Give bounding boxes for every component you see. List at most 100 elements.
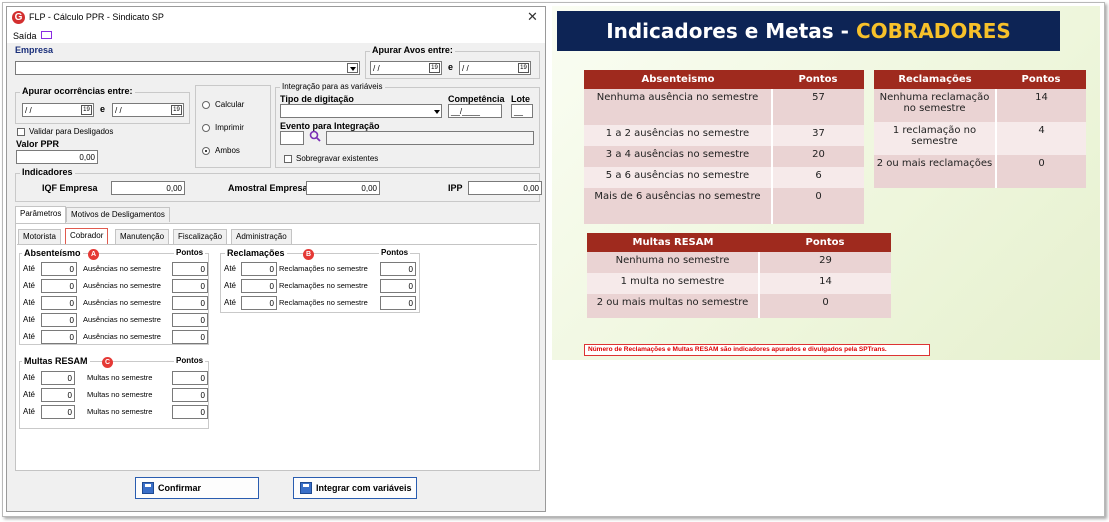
validar-desligados-label: Validar para Desligados xyxy=(29,127,114,136)
row-label: Multas no semestre xyxy=(87,407,153,416)
limit-input[interactable]: 0 xyxy=(41,296,77,310)
row-label: Reclamações no semestre xyxy=(279,264,368,273)
row-points: 6 xyxy=(771,167,864,188)
pontos-input[interactable]: 0 xyxy=(172,313,208,327)
ipp-input[interactable]: 0,00 xyxy=(468,181,542,195)
slide-title: Indicadores e Metas - COBRADORES xyxy=(557,11,1060,51)
tab-parametros[interactable]: Parâmetros xyxy=(15,206,67,223)
pontos-input[interactable]: 0 xyxy=(172,405,208,419)
row-points: 0 xyxy=(771,188,864,224)
limit-input[interactable]: 0 xyxy=(41,330,77,344)
multas-title: Multas RESAM xyxy=(22,356,90,366)
app-window: G FLP - Cálculo PPR - Sindicato SP ✕ Saí… xyxy=(6,6,546,512)
calendar-icon[interactable]: 19 xyxy=(171,105,182,115)
ate-label: Até xyxy=(23,298,36,307)
tab-motivos-desligamentos[interactable]: Motivos de Desligamentos xyxy=(66,207,170,222)
tab-administracao[interactable]: Administração xyxy=(231,229,292,244)
limit-input[interactable]: 0 xyxy=(41,262,77,276)
reclamacoes-points-table: Reclamações Pontos Nenhuma reclamação no … xyxy=(874,70,1086,188)
limit-input[interactable]: 0 xyxy=(41,405,75,419)
row-description: Nenhuma ausência no semestre xyxy=(584,89,772,125)
tab-motorista[interactable]: Motorista xyxy=(18,229,61,244)
limit-input[interactable]: 0 xyxy=(241,296,277,310)
row-points: 0 xyxy=(758,294,891,318)
save-icon xyxy=(300,482,312,494)
pontos-input[interactable]: 0 xyxy=(380,279,416,293)
calendar-icon[interactable]: 19 xyxy=(81,105,92,115)
row-points: 0 xyxy=(995,155,1086,188)
validar-desligados-checkbox[interactable] xyxy=(17,128,25,136)
pontos-input[interactable]: 0 xyxy=(380,262,416,276)
calendar-icon[interactable]: 19 xyxy=(429,63,440,73)
limit-input[interactable]: 0 xyxy=(241,279,277,293)
table-header: Pontos xyxy=(759,233,891,252)
limit-input[interactable]: 0 xyxy=(41,371,75,385)
save-icon xyxy=(142,482,154,494)
pontos-input[interactable]: 0 xyxy=(172,296,208,310)
iqf-input[interactable]: 0,00 xyxy=(111,181,185,195)
row-description: Mais de 6 ausências no semestre xyxy=(584,188,772,224)
imprimir-radio[interactable] xyxy=(202,124,210,132)
indicadores-group: Indicadores IQF Empresa 0,00 Amostral Em… xyxy=(15,167,542,202)
pontos-input[interactable]: 0 xyxy=(172,262,208,276)
row-description: 1 multa no semestre xyxy=(587,273,759,294)
pontos-input[interactable]: 0 xyxy=(380,296,416,310)
empresa-select[interactable] xyxy=(15,61,360,75)
confirmar-label: Confirmar xyxy=(158,483,202,493)
amostral-input[interactable]: 0,00 xyxy=(306,181,380,195)
row-points: 37 xyxy=(771,125,864,146)
limit-input[interactable]: 0 xyxy=(41,388,75,402)
close-icon[interactable]: ✕ xyxy=(527,9,538,25)
chevron-down-icon[interactable] xyxy=(434,110,440,114)
table-row: Nenhuma no semestre 29 xyxy=(587,252,891,273)
ate-label: Até xyxy=(23,264,36,273)
limit-input[interactable]: 0 xyxy=(41,313,77,327)
calcular-radio[interactable] xyxy=(202,101,210,109)
absenteismo-points-table: Absenteismo Pontos Nenhuma ausência no se… xyxy=(584,70,864,224)
table-row: 5 a 6 ausências no semestre 6 xyxy=(584,167,864,188)
badge-c: C xyxy=(102,357,113,368)
row-description: 1 a 2 ausências no semestre xyxy=(584,125,772,146)
badge-b: B xyxy=(303,249,314,260)
limit-input[interactable]: 0 xyxy=(41,279,77,293)
empresa-label: Empresa xyxy=(15,45,54,55)
pontos-input[interactable]: 0 xyxy=(172,371,208,385)
ate-label: Até xyxy=(23,332,36,341)
row-description: 5 a 6 ausências no semestre xyxy=(584,167,772,188)
monitor-icon[interactable] xyxy=(41,31,52,39)
search-icon[interactable] xyxy=(309,130,321,142)
evento-code-input[interactable] xyxy=(280,131,304,145)
valor-ppr-input[interactable]: 0,00 xyxy=(16,150,98,164)
ocorrencias-e-label: e xyxy=(100,104,106,114)
apurar-ocorrencias-group: Apurar ocorrências entre: / / 19 e / / 1… xyxy=(15,86,190,124)
menu-saida[interactable]: Saída xyxy=(13,31,37,41)
integrar-button[interactable]: Integrar com variáveis xyxy=(293,477,417,499)
multas-points-table: Multas RESAM Pontos Nenhuma no semestre 29… xyxy=(587,233,891,318)
reclamacoes-pontos-header: Pontos xyxy=(379,248,411,257)
tab-cobrador[interactable]: Cobrador xyxy=(65,228,109,245)
tab-manutencao[interactable]: Manutenção xyxy=(115,229,170,244)
row-label: Reclamações no semestre xyxy=(279,281,368,290)
limit-input[interactable]: 0 xyxy=(241,262,277,276)
sptrans-note: Número de Reclamações e Multas RESAM são… xyxy=(584,344,930,356)
tipo-digitacao-select[interactable] xyxy=(280,104,442,118)
lote-input[interactable]: __ xyxy=(511,104,533,118)
pontos-input[interactable]: 0 xyxy=(172,279,208,293)
ambos-radio[interactable] xyxy=(202,147,210,155)
calendar-icon[interactable]: 19 xyxy=(518,63,529,73)
ate-label: Até xyxy=(224,281,237,290)
integrar-label: Integrar com variáveis xyxy=(316,483,412,493)
table-row: Nenhuma reclamação no semestre 14 xyxy=(874,89,1086,122)
evento-label: Evento para Integração xyxy=(280,121,380,131)
tab-fiscalizacao[interactable]: Fiscalização xyxy=(173,229,228,244)
pontos-input[interactable]: 0 xyxy=(172,330,208,344)
iqf-label: IQF Empresa xyxy=(42,183,98,193)
pontos-input[interactable]: 0 xyxy=(172,388,208,402)
competencia-input[interactable]: __/____ xyxy=(448,104,502,118)
confirmar-button[interactable]: Confirmar xyxy=(135,477,259,499)
sobregravar-label: Sobregravar existentes xyxy=(296,154,379,163)
chevron-down-icon xyxy=(350,67,356,71)
empresa-dropdown-button[interactable] xyxy=(347,63,358,73)
apurar-avos-group: Apurar Avos entre: / / 19 e / / 19 xyxy=(365,45,540,79)
sobregravar-checkbox[interactable] xyxy=(284,155,292,163)
